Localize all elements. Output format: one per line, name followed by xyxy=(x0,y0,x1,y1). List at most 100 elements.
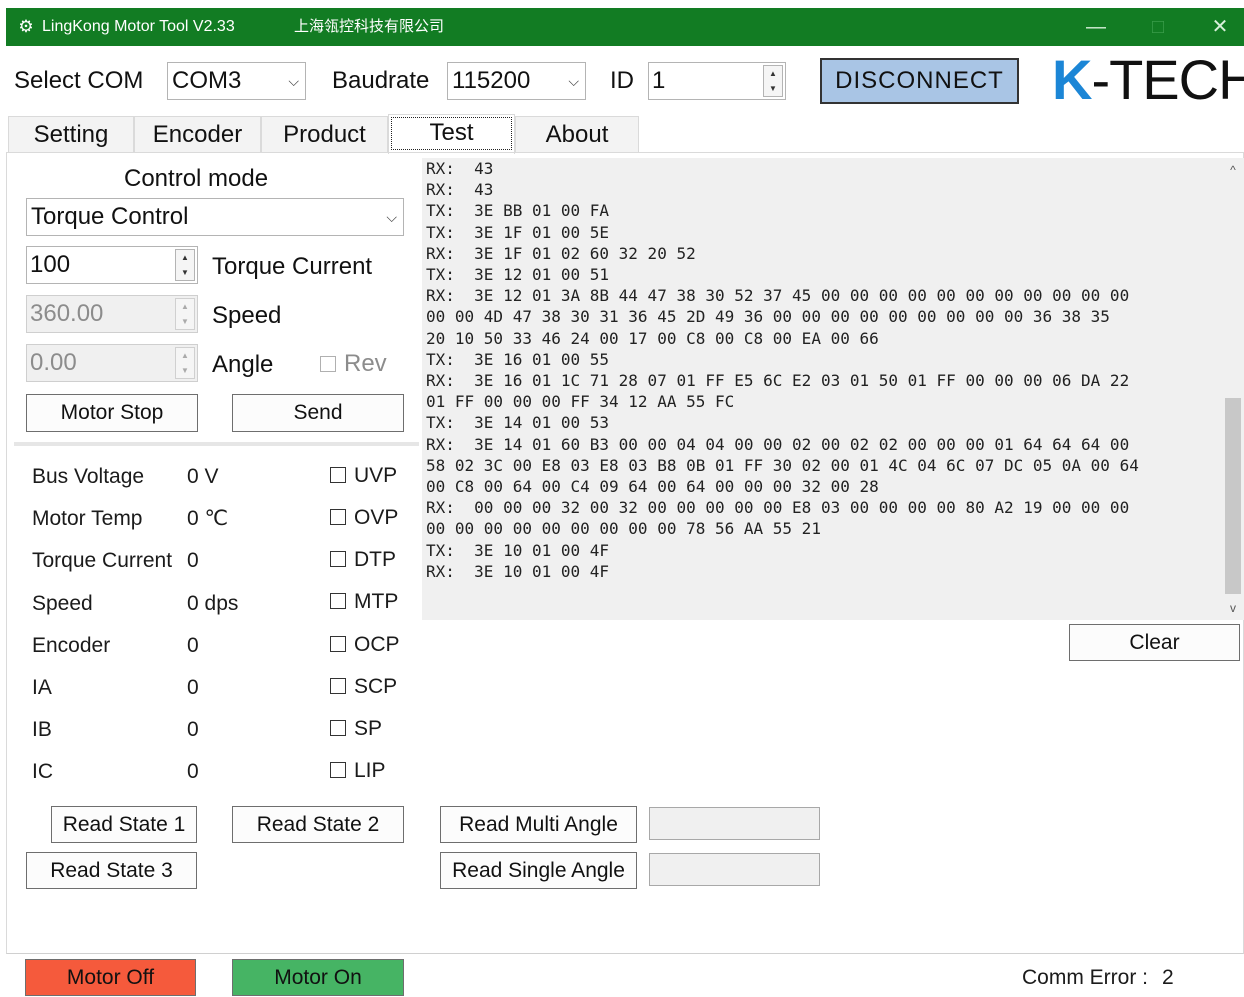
tab-product[interactable]: Product xyxy=(261,116,388,152)
log-lines: RX: 43 RX: 43 TX: 3E BB 01 00 FA TX: 3E 1F … xyxy=(426,158,1218,582)
speed-status-label: Speed xyxy=(32,592,93,615)
spin-up-icon[interactable]: ▲ xyxy=(176,250,194,265)
single-angle-readout xyxy=(649,853,820,886)
scroll-thumb[interactable] xyxy=(1225,398,1241,594)
control-mode-select[interactable]: Torque Control ⌵ xyxy=(26,198,404,236)
checkbox-icon xyxy=(330,636,346,652)
read-state-2-button[interactable]: Read State 2 xyxy=(232,806,404,843)
k-tech-logo: K-TECH xyxy=(1052,50,1244,110)
log-line: 20 10 50 33 46 24 00 17 00 C8 00 C8 00 E… xyxy=(426,328,879,348)
uvp-checkbox[interactable]: UVP xyxy=(330,463,397,489)
com-select-value: COM3 xyxy=(172,67,242,94)
scp-label: SCP xyxy=(354,675,398,698)
ia-label: IA xyxy=(32,676,52,699)
ocp-label: OCP xyxy=(354,633,400,656)
id-stepper[interactable]: 1 ▲ ▼ xyxy=(648,62,786,100)
checkbox-icon xyxy=(330,509,346,525)
lip-label: LIP xyxy=(354,759,386,782)
motor-off-button[interactable]: Motor Off xyxy=(25,959,196,996)
sp-checkbox[interactable]: SP xyxy=(330,716,382,742)
control-mode-value: Torque Control xyxy=(31,203,189,230)
log-line: RX: 3E 12 01 3A 8B 44 47 38 30 52 37 45 … xyxy=(426,286,1130,306)
lip-checkbox[interactable]: LIP xyxy=(330,758,386,784)
spin-up-icon[interactable]: ▲ xyxy=(176,348,194,363)
ocp-checkbox[interactable]: OCP xyxy=(330,632,400,658)
speed-status-value: 0 dps xyxy=(187,592,239,615)
log-line: 01 FF 00 00 00 FF 34 12 AA 55 FC xyxy=(426,392,735,412)
torque-current-label: Torque Current xyxy=(212,253,373,280)
logo-text: -TECH xyxy=(1091,48,1244,111)
tab-encoder[interactable]: Encoder xyxy=(134,116,261,152)
log-line: TX: 3E 10 01 00 4F xyxy=(426,540,610,560)
log-line: RX: 43 xyxy=(426,159,494,178)
scp-checkbox[interactable]: SCP xyxy=(330,674,397,700)
baudrate-select[interactable]: 115200 ⌵ xyxy=(447,62,586,100)
encoder-value: 0 xyxy=(187,634,199,657)
gear-icon: ⚙ xyxy=(18,17,34,36)
spin-buttons[interactable]: ▲ ▼ xyxy=(175,298,195,330)
spin-buttons[interactable]: ▲ ▼ xyxy=(175,249,195,281)
baudrate-select-value: 115200 xyxy=(452,67,531,94)
ia-value: 0 xyxy=(187,676,199,699)
tab-test[interactable]: Test xyxy=(388,114,515,154)
checkbox-icon xyxy=(330,678,346,694)
window-title: LingKong Motor Tool V2.33 xyxy=(42,18,235,35)
spin-down-icon[interactable]: ▼ xyxy=(176,363,194,378)
id-label: ID xyxy=(610,67,634,94)
sp-label: SP xyxy=(354,717,383,740)
motor-stop-button[interactable]: Motor Stop xyxy=(26,394,198,432)
torque-current-input-value: 100 xyxy=(30,251,71,278)
read-state-1-button[interactable]: Read State 1 xyxy=(51,806,197,843)
close-button[interactable]: ✕ xyxy=(1190,8,1244,46)
chevron-down-icon: ⌵ xyxy=(386,209,397,225)
scroll-up-icon[interactable]: ^ xyxy=(1222,160,1244,180)
angle-stepper[interactable]: 0.00 ▲ ▼ xyxy=(26,344,198,382)
select-com-label: Select COM xyxy=(14,67,144,94)
log-line: TX: 3E 16 01 00 55 xyxy=(426,349,610,369)
spin-up-icon[interactable]: ▲ xyxy=(176,299,194,314)
group-separator xyxy=(14,442,419,446)
motor-temp-value: 0 ℃ xyxy=(187,507,229,530)
com-select[interactable]: COM3 ⌵ xyxy=(167,62,306,100)
comm-log[interactable]: RX: 43 RX: 43 TX: 3E BB 01 00 FA TX: 3E 1F … xyxy=(422,158,1222,620)
spin-down-icon[interactable]: ▼ xyxy=(176,314,194,329)
spin-buttons[interactable]: ▲ ▼ xyxy=(175,347,195,379)
speed-stepper[interactable]: 360.00 ▲ ▼ xyxy=(26,295,198,333)
comm-error-value: 2 xyxy=(1162,966,1174,989)
bus-voltage-label: Bus Voltage xyxy=(32,465,145,488)
motor-on-button[interactable]: Motor On xyxy=(232,959,404,996)
tab-about[interactable]: About xyxy=(515,116,639,152)
minimize-button[interactable]: — xyxy=(1066,8,1126,46)
read-single-angle-button[interactable]: Read Single Angle xyxy=(440,852,637,889)
clear-button[interactable]: Clear xyxy=(1069,624,1240,661)
log-line: 00 C8 00 64 00 C4 09 64 00 64 00 00 00 3… xyxy=(426,477,879,497)
disconnect-button[interactable]: DISCONNECT xyxy=(820,58,1019,104)
checkbox-icon xyxy=(330,762,346,778)
spin-up-icon[interactable]: ▲ xyxy=(764,66,782,81)
read-state-3-button[interactable]: Read State 3 xyxy=(26,852,197,889)
torque-current-stepper[interactable]: 100 ▲ ▼ xyxy=(26,246,198,284)
tab-setting[interactable]: Setting xyxy=(8,116,134,152)
mtp-checkbox[interactable]: MTP xyxy=(330,589,398,615)
rev-checkbox[interactable]: Rev xyxy=(320,350,387,378)
spin-down-icon[interactable]: ▼ xyxy=(176,265,194,280)
checkbox-icon xyxy=(320,356,336,372)
spin-buttons[interactable]: ▲ ▼ xyxy=(763,65,783,97)
log-scrollbar[interactable]: ^ v xyxy=(1222,158,1244,620)
log-line: TX: 3E 14 01 00 53 xyxy=(426,413,610,433)
send-button[interactable]: Send xyxy=(232,394,404,432)
chevron-down-icon: ⌵ xyxy=(568,73,579,89)
checkbox-icon xyxy=(330,467,346,483)
ovp-checkbox[interactable]: OVP xyxy=(330,505,398,531)
maximize-button[interactable]: □ xyxy=(1128,8,1188,46)
checkbox-icon xyxy=(330,551,346,567)
spin-down-icon[interactable]: ▼ xyxy=(764,81,782,96)
angle-input-value: 0.00 xyxy=(30,349,77,376)
ib-label: IB xyxy=(32,718,52,741)
ic-label: IC xyxy=(32,760,53,783)
scroll-down-icon[interactable]: v xyxy=(1222,598,1244,618)
read-multi-angle-button[interactable]: Read Multi Angle xyxy=(440,806,637,843)
log-line: 00 00 4D 47 38 30 31 36 45 2D 49 36 00 0… xyxy=(426,307,1110,327)
log-line: RX: 3E 14 01 60 B3 00 00 04 04 00 00 02 … xyxy=(426,434,1130,454)
dtp-checkbox[interactable]: DTP xyxy=(330,547,396,573)
